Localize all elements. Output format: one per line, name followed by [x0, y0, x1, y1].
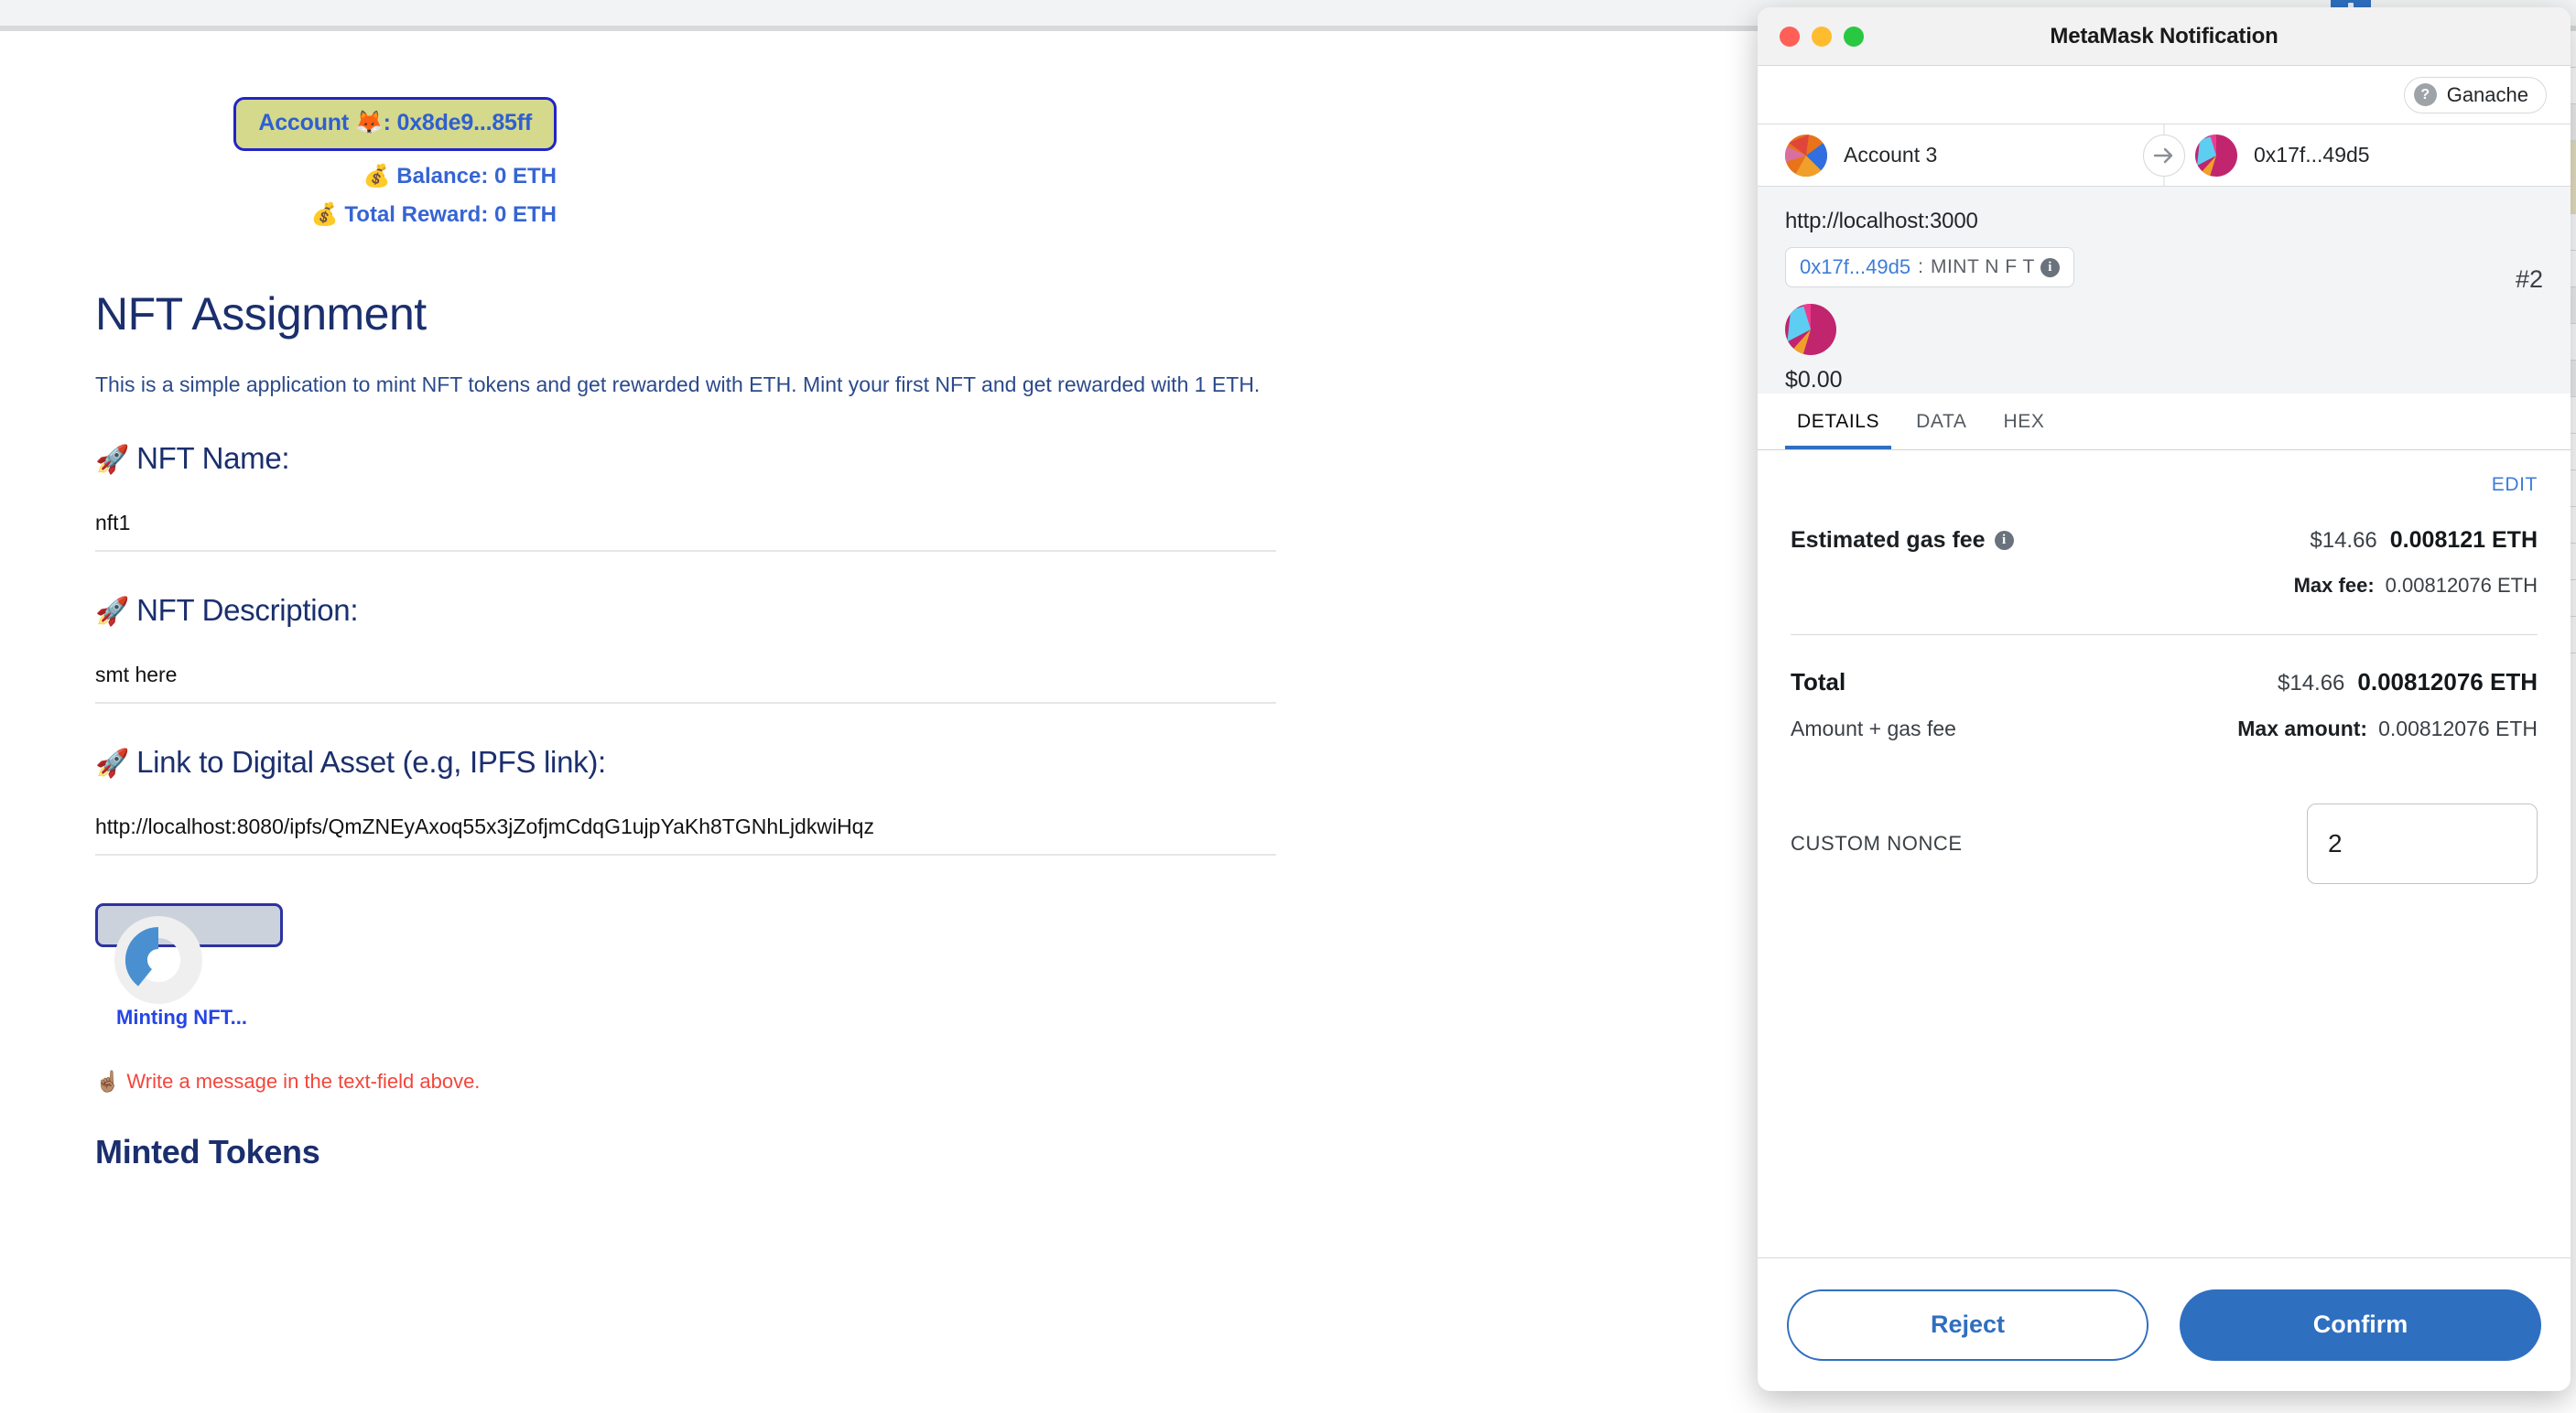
transaction-footer: Reject Confirm: [1758, 1257, 2571, 1391]
nft-description-input[interactable]: [95, 663, 1276, 704]
confirm-button[interactable]: Confirm: [2180, 1289, 2541, 1361]
recipient-account-name: 0x17f...49d5: [2254, 143, 2370, 167]
max-fee-label: Max fee:: [2294, 574, 2375, 598]
details-panel: EDIT Estimated gas fee i $14.66 0.008121…: [1758, 450, 2571, 1257]
details-divider: [1791, 634, 2538, 635]
subtotal-row: Amount + gas fee Max amount: 0.00812076 …: [1791, 717, 2538, 741]
rocket-icon: 🚀: [95, 445, 129, 475]
transaction-origin: http://localhost:3000: [1785, 209, 2543, 234]
nft-description-label: 🚀NFT Description:: [95, 593, 1304, 628]
transaction-tabs: DETAILS DATA HEX: [1758, 394, 2571, 450]
nft-name-label: 🚀NFT Name:: [95, 441, 1304, 476]
window-title: MetaMask Notification: [1758, 24, 2571, 49]
account-summary: Account 🦊: 0x8de9...85ff 💰 Balance: 0 ET…: [99, 97, 557, 228]
max-fee-row: Max fee: 0.00812076 ETH: [1791, 574, 2538, 598]
chip-separator: :: [1918, 256, 1923, 278]
minted-tokens-title: Minted Tokens: [95, 1133, 1304, 1171]
edit-gas-button[interactable]: EDIT: [1791, 474, 2538, 496]
total-fiat: $14.66: [2278, 671, 2344, 696]
account-total-reward: 💰 Total Reward: 0 ETH: [99, 201, 557, 228]
account-balance: 💰 Balance: 0 ETH: [99, 163, 557, 189]
gas-fee-values: $14.66 0.008121 ETH: [2310, 527, 2538, 554]
mint-hint: ☝🏽 Write a message in the text-field abov…: [95, 1070, 1304, 1094]
recipient-avatar-icon: [2195, 135, 2237, 177]
rocket-icon: 🚀: [95, 749, 129, 779]
accounts-row: Account 3 0x17f...49d5: [1758, 124, 2571, 187]
contract-method-chip[interactable]: 0x17f...49d5 : MINT N F T i: [1785, 247, 2074, 287]
network-name: Ganache: [2447, 83, 2528, 107]
transaction-amount: $0.00: [1785, 367, 2543, 394]
sender-avatar-icon: [1785, 135, 1827, 177]
tab-hex[interactable]: HEX: [1991, 411, 2056, 449]
gas-fee-row: Estimated gas fee i $14.66 0.008121 ETH: [1791, 527, 2538, 554]
sender-account[interactable]: Account 3: [1785, 135, 2133, 177]
custom-nonce-label: CUSTOM NONCE: [1791, 832, 1963, 856]
gas-fee-label: Estimated gas fee: [1791, 527, 1986, 554]
max-fee-value: 0.00812076 ETH: [2386, 574, 2538, 598]
pointing-hand-icon: ☝🏽: [95, 1070, 120, 1093]
loading-spinner-icon: [114, 916, 202, 1004]
token-avatar-icon: [1785, 304, 1836, 355]
mint-status-text: Minting NFT...: [116, 1006, 247, 1030]
max-amount-label: Max amount:: [2237, 717, 2367, 741]
subtotal-label: Amount + gas fee: [1791, 717, 1956, 741]
info-icon[interactable]: i: [2040, 258, 2060, 277]
sender-account-name: Account 3: [1844, 143, 1937, 167]
info-icon[interactable]: i: [1995, 531, 2014, 550]
question-mark-icon: ?: [2414, 83, 2437, 106]
tab-data[interactable]: DATA: [1904, 411, 1978, 449]
nft-asset-link-label: 🚀Link to Digital Asset (e.g, IPFS link):: [95, 745, 1304, 780]
page-description: This is a simple application to mint NFT…: [95, 370, 1276, 400]
total-values: $14.66 0.00812076 ETH: [2278, 668, 2538, 696]
tab-details[interactable]: DETAILS: [1785, 411, 1891, 449]
nft-description-label-text: NFT Description:: [136, 593, 358, 627]
custom-nonce-row: CUSTOM NONCE: [1791, 804, 2538, 884]
nft-name-input[interactable]: [95, 511, 1276, 552]
transaction-index: #2: [2516, 265, 2543, 294]
screen-root: 3 0 0 Account 🦊: 0x8de9...85ff 💰 Balance…: [0, 0, 2576, 1413]
contract-method-name: MINT N F T: [1931, 256, 2035, 278]
total-eth: 0.00812076 ETH: [2357, 668, 2538, 696]
mint-hint-text: Write a message in the text-field above.: [126, 1070, 480, 1093]
nft-asset-link-label-text: Link to Digital Asset (e.g, IPFS link):: [136, 745, 606, 779]
nft-asset-link-input[interactable]: [95, 814, 1276, 856]
reject-button[interactable]: Reject: [1787, 1289, 2148, 1361]
account-address-pill[interactable]: Account 🦊: 0x8de9...85ff: [233, 97, 557, 151]
custom-nonce-input[interactable]: [2307, 804, 2538, 884]
gas-fee-label-group: Estimated gas fee i: [1791, 527, 2014, 554]
page-title: NFT Assignment: [95, 287, 1304, 340]
transaction-amount-block: $0.00: [1785, 304, 2543, 394]
gas-fee-fiat: $14.66: [2310, 528, 2376, 554]
nft-name-label-text: NFT Name:: [136, 441, 289, 475]
metamask-notification-window: MetaMask Notification ? Ganache: [1758, 7, 2571, 1391]
rocket-icon: 🚀: [95, 597, 129, 627]
network-row: ? Ganache: [1758, 66, 2571, 124]
contract-address: 0x17f...49d5: [1800, 255, 1910, 279]
gas-fee-eth: 0.008121 ETH: [2390, 527, 2538, 554]
mint-area: Minting NFT...: [95, 903, 1304, 1022]
max-amount-group: Max amount: 0.00812076 ETH: [2237, 717, 2538, 741]
max-amount-value: 0.00812076 ETH: [2378, 717, 2538, 741]
recipient-account[interactable]: 0x17f...49d5: [2195, 135, 2543, 177]
dapp-page: Account 🦊: 0x8de9...85ff 💰 Balance: 0 ET…: [0, 31, 1767, 1413]
total-label: Total: [1791, 668, 1845, 696]
network-selector[interactable]: ? Ganache: [2404, 77, 2547, 113]
dapp-content: NFT Assignment This is a simple applicat…: [95, 287, 1304, 1171]
transaction-summary: http://localhost:3000 0x17f...49d5 : MIN…: [1758, 187, 2571, 394]
total-row: Total $14.66 0.00812076 ETH: [1791, 668, 2538, 696]
transfer-arrow-icon: [2143, 135, 2185, 177]
window-titlebar: MetaMask Notification: [1758, 7, 2571, 66]
